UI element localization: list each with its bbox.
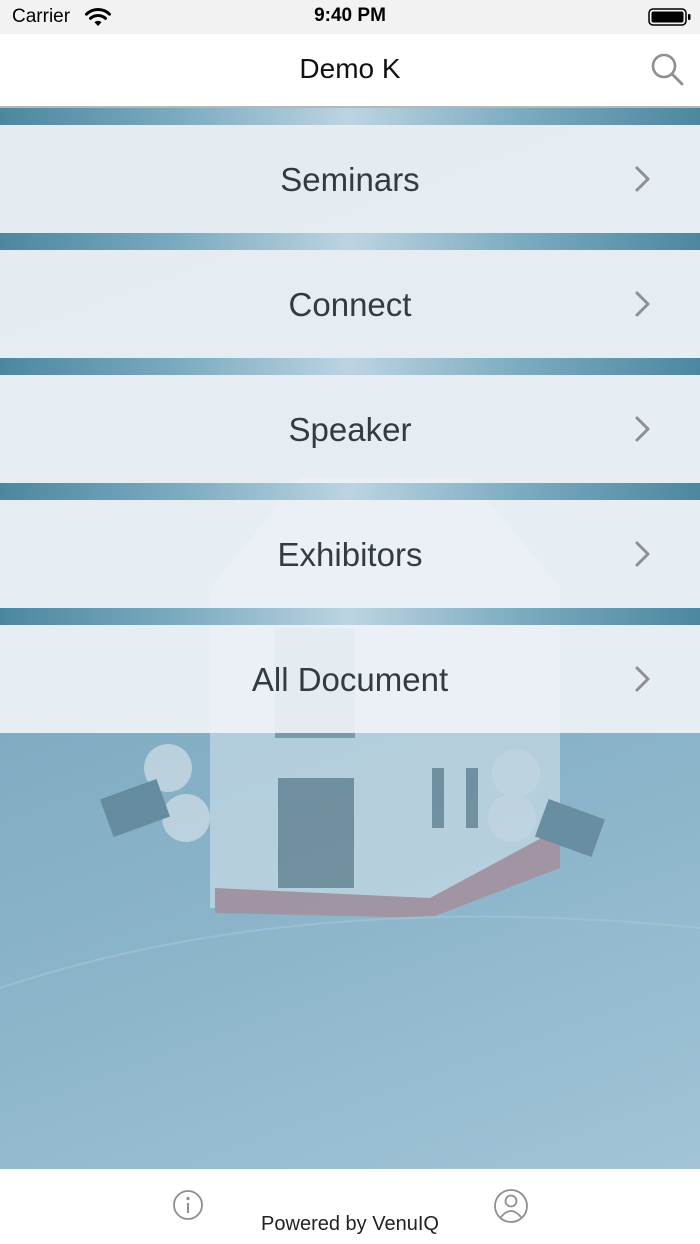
- chevron-right-icon: [635, 166, 650, 192]
- menu-item-label: Seminars: [280, 161, 420, 198]
- search-icon[interactable]: [648, 50, 688, 90]
- footer-bar: Powered by VenuIQ: [0, 1169, 700, 1244]
- battery-icon: [648, 8, 691, 26]
- home-content: Seminars Connect Speaker Exhibitors All: [0, 108, 700, 1169]
- background-stripe: [0, 608, 700, 625]
- page-title: Demo K: [299, 53, 401, 84]
- menu-item-label: Connect: [288, 286, 412, 323]
- menu-item-exhibitors[interactable]: Exhibitors: [0, 500, 700, 608]
- chevron-right-icon: [635, 416, 650, 442]
- background-stripe: [0, 108, 700, 125]
- chevron-right-icon: [635, 291, 650, 317]
- status-time: 9:40 PM: [314, 5, 386, 26]
- status-bar: Carrier 9:40 PM: [0, 0, 700, 34]
- menu-item-label: Exhibitors: [277, 536, 423, 573]
- powered-by-label: Powered by VenuIQ: [261, 1213, 439, 1235]
- background-stripe: [0, 233, 700, 250]
- app-screen: Carrier 9:40 PM Demo K Seminars Connect …: [0, 0, 700, 1244]
- background-stripe: [0, 483, 700, 500]
- menu-item-speaker[interactable]: Speaker: [0, 375, 700, 483]
- menu-item-connect[interactable]: Connect: [0, 250, 700, 358]
- menu-item-label: All Document: [251, 661, 449, 698]
- menu-item-seminars[interactable]: Seminars: [0, 125, 700, 233]
- chevron-right-icon: [635, 541, 650, 567]
- menu-item-label: Speaker: [288, 411, 412, 448]
- menu-item-all-document[interactable]: All Document: [0, 625, 700, 733]
- background-stripe: [0, 358, 700, 375]
- navigation-bar: Demo K: [0, 34, 700, 108]
- chevron-right-icon: [635, 666, 650, 692]
